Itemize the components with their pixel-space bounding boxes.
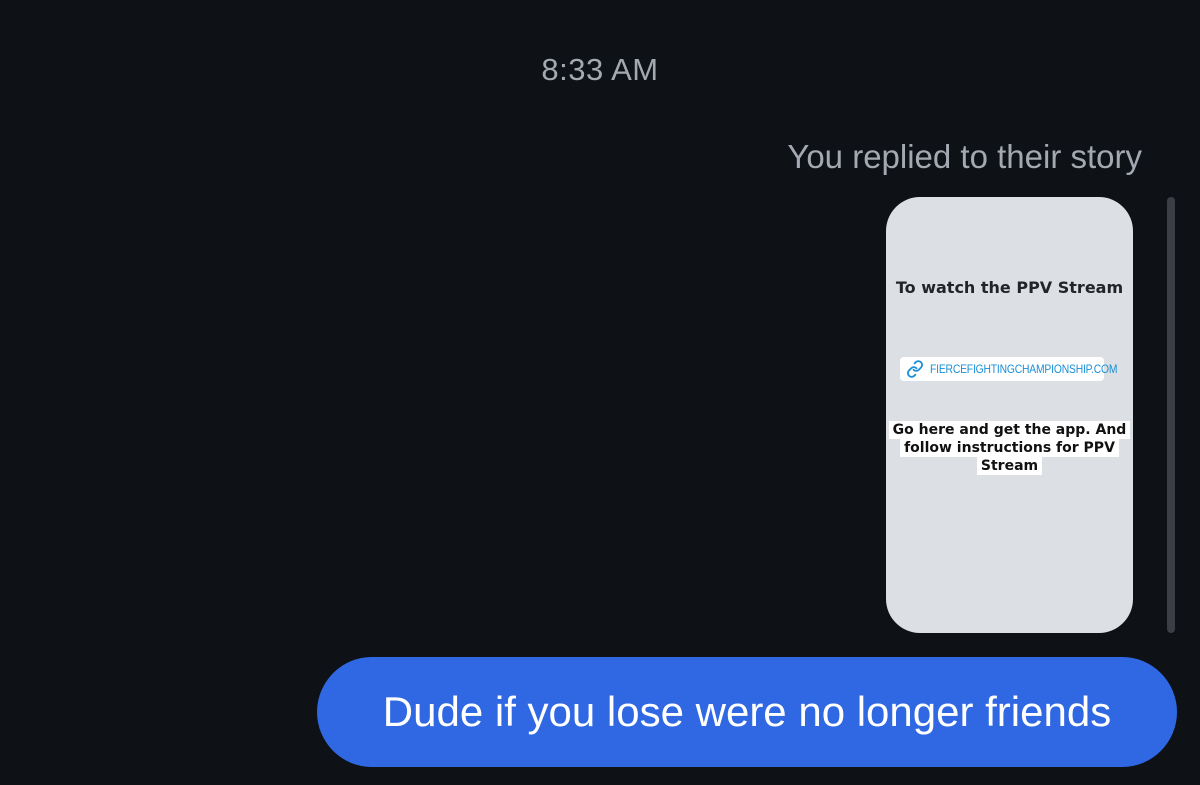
- story-caption: Go here and get the app. And follow inst…: [886, 421, 1133, 475]
- link-icon: [906, 360, 924, 378]
- sent-message-text: Dude if you lose were no longer friends: [382, 688, 1112, 735]
- chat-thread: 8:33 AM You replied to their story To wa…: [0, 0, 1200, 785]
- message-timestamp: 8:33 AM: [541, 52, 659, 87]
- story-preview-card[interactable]: To watch the PPV Stream FIERCEFIGHTINGCH…: [886, 197, 1133, 633]
- story-reply-label: You replied to their story: [787, 138, 1142, 175]
- story-link-text: FIERCEFIGHTINGCHAMPIONSHIP.COM: [930, 362, 1118, 376]
- story-link-sticker[interactable]: FIERCEFIGHTINGCHAMPIONSHIP.COM: [900, 357, 1117, 381]
- sent-message-bubble[interactable]: Dude if you lose were no longer friends: [317, 657, 1177, 767]
- story-title: To watch the PPV Stream: [895, 278, 1124, 297]
- scrollbar[interactable]: [1167, 197, 1175, 633]
- story-caption-text: Go here and get the app. And follow inst…: [888, 421, 1131, 475]
